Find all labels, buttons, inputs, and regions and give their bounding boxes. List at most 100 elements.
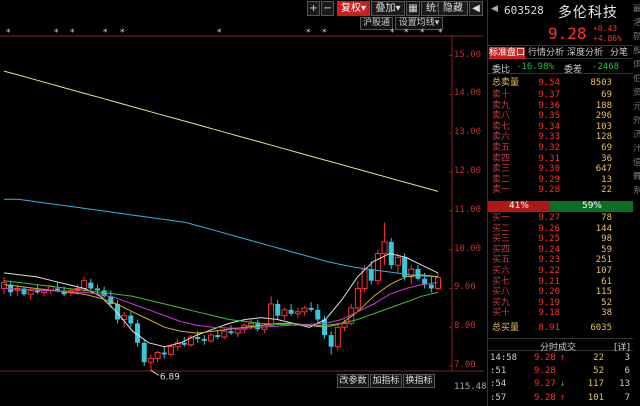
- price-axis-label: 15.00: [454, 49, 482, 60]
- order-level-price: 9.37: [538, 90, 560, 100]
- order-level-volume: 59: [601, 244, 612, 255]
- order-level-label: 卖九: [492, 100, 511, 111]
- yincang-button[interactable]: 隐藏: [438, 1, 468, 16]
- change-params-button[interactable]: 改参数: [337, 374, 369, 388]
- event-marker-icon[interactable]: *: [54, 28, 59, 38]
- event-marker-icon[interactable]: *: [390, 28, 395, 38]
- order-level-volume: 52: [601, 297, 612, 308]
- ma-settings-button[interactable]: 设置均线▾: [395, 17, 443, 30]
- tick-direction-icon: ↑: [560, 353, 566, 363]
- candle-body: [128, 315, 134, 324]
- event-marker-icon[interactable]: *: [217, 28, 222, 38]
- order-level-price: 9.32: [538, 143, 560, 153]
- order-level-volume: 128: [595, 132, 612, 143]
- tab-ticks[interactable]: 分笔: [606, 47, 632, 59]
- wei-bi-row: 委比 -16.98% 委差 -2468: [488, 60, 634, 75]
- fuquan-button[interactable]: 复权▾: [337, 1, 370, 16]
- sell-level-row[interactable]: 卖十 9.37 69: [488, 90, 634, 100]
- buy-ratio: 41%: [488, 201, 550, 212]
- tick-row: 14:58 9.28 ↑ 22 3: [488, 352, 634, 365]
- candle-body: [34, 290, 40, 293]
- kline-chart-area[interactable]: 6.89 + − 复权▾ 叠加▾ ▦ 统计 隐藏 ◀ 沪股通 设置均线▾ 15.…: [0, 0, 487, 406]
- buy-level-row[interactable]: 买一 9.27 78: [488, 213, 634, 223]
- price-axis-label: 7.00: [454, 360, 476, 371]
- zoom-in-button[interactable]: +: [307, 1, 320, 16]
- order-level-price: 9.23: [538, 255, 560, 266]
- tab-standard[interactable]: 标准盘口: [489, 47, 525, 59]
- candle-body: [354, 287, 361, 309]
- event-marker-icon[interactable]: *: [420, 28, 425, 38]
- candle-body: [147, 357, 154, 363]
- tick-time: 14:58: [490, 353, 518, 363]
- tick-row: :54 9.27 ↓ 117 13: [488, 378, 634, 391]
- order-level-volume: 296: [595, 111, 612, 122]
- buy-level-row[interactable]: 买四 9.24 59: [488, 245, 634, 255]
- sell-total-row[interactable]: 总卖量 9.54 8503: [488, 78, 634, 88]
- sell-level-row[interactable]: 卖八 9.35 296: [488, 111, 634, 121]
- tick-row: :57 9.28 ↑ 101 7: [488, 392, 634, 405]
- event-marker-icon[interactable]: *: [103, 28, 108, 38]
- zoom-out-button[interactable]: −: [321, 1, 334, 16]
- candle-body: [275, 304, 281, 316]
- event-marker-icon[interactable]: *: [120, 28, 125, 38]
- order-level-price: 9.30: [538, 164, 560, 175]
- buy-level-row[interactable]: 买六 9.22 107: [488, 266, 634, 276]
- buy-level-row[interactable]: 买二 9.26 144: [488, 224, 634, 234]
- order-level-label: 卖七: [492, 121, 511, 132]
- order-level-price: 8.91: [538, 323, 560, 333]
- price-row: 9.28 +0.43 +4.86%: [488, 22, 634, 44]
- collapse-arrow-icon[interactable]: ◀: [491, 4, 498, 14]
- event-marker-icon[interactable]: *: [438, 28, 443, 38]
- sell-level-row[interactable]: 卖一 9.28 22: [488, 185, 634, 195]
- buy-level-row[interactable]: 买七 9.21 61: [488, 277, 634, 287]
- back-arrow-icon[interactable]: ◀: [469, 1, 483, 16]
- buy-level-row[interactable]: 买十 9.18 38: [488, 308, 634, 318]
- event-marker-icon[interactable]: *: [306, 28, 311, 38]
- buy-level-row[interactable]: 买九 9.19 52: [488, 298, 634, 308]
- candle-body: [368, 269, 374, 281]
- candle-body: [248, 322, 255, 326]
- order-level-price: 9.19: [538, 297, 560, 308]
- candle-body: [94, 288, 100, 291]
- wei-bi-value: -16.98%: [516, 62, 554, 72]
- sell-level-row[interactable]: 卖四 9.31 36: [488, 154, 634, 164]
- event-marker-icon[interactable]: *: [6, 28, 11, 38]
- tick-price: 9.27: [534, 379, 556, 390]
- tab-depth[interactable]: 深度分析: [567, 47, 603, 59]
- event-marker-icon[interactable]: *: [404, 28, 409, 38]
- order-level-price: 9.33: [538, 132, 560, 143]
- diejia-button[interactable]: 叠加▾: [371, 1, 405, 16]
- hgt-button[interactable]: 沪股通: [360, 17, 393, 30]
- event-marker-icon[interactable]: *: [322, 28, 327, 38]
- switch-indicator-button[interactable]: 换指标: [403, 374, 435, 388]
- order-level-label: 卖五: [492, 143, 511, 153]
- kline-chart[interactable]: 6.89: [0, 0, 484, 406]
- candle-body: [201, 338, 207, 341]
- sell-level-row[interactable]: 卖三 9.30 647: [488, 164, 634, 174]
- tick-time: :57: [490, 392, 507, 403]
- sell-level-row[interactable]: 卖五 9.32 69: [488, 143, 634, 153]
- grid-icon[interactable]: ▦: [406, 1, 420, 16]
- ma-settings-label: 设置均线: [398, 18, 435, 28]
- sell-level-row[interactable]: 卖九 9.36 188: [488, 101, 634, 111]
- buy-level-row[interactable]: 买八 9.20 115: [488, 287, 634, 297]
- tick-count: 6: [624, 366, 630, 377]
- tab-analysis[interactable]: 行情分析: [528, 47, 564, 59]
- add-indicator-button[interactable]: 加指标: [370, 374, 402, 388]
- buy-level-row[interactable]: 买五 9.23 251: [488, 255, 634, 265]
- order-level-label: 总买量: [492, 323, 520, 333]
- ticks-header: 分时成交 [详]: [488, 338, 634, 353]
- current-price: 9.28: [548, 24, 587, 43]
- sell-level-row[interactable]: 卖七 9.34 103: [488, 122, 634, 132]
- order-level-volume: 107: [595, 266, 612, 276]
- sell-level-row[interactable]: 卖六 9.33 128: [488, 132, 634, 142]
- stock-header: ◀ 603528 多伦科技: [488, 0, 634, 24]
- buy-level-row[interactable]: 买三 9.25 98: [488, 234, 634, 244]
- sell-level-row[interactable]: 卖二 9.29 13: [488, 175, 634, 185]
- order-level-label: 卖十: [492, 90, 511, 100]
- event-marker-icon[interactable]: *: [70, 28, 75, 38]
- order-level-price: 9.24: [538, 244, 560, 255]
- edge-glyph: 汁: [633, 144, 640, 154]
- buy-total-row[interactable]: 总买量 8.91 6035: [488, 323, 634, 333]
- buy-sell-ratio-bar: 41% 59%: [488, 201, 634, 212]
